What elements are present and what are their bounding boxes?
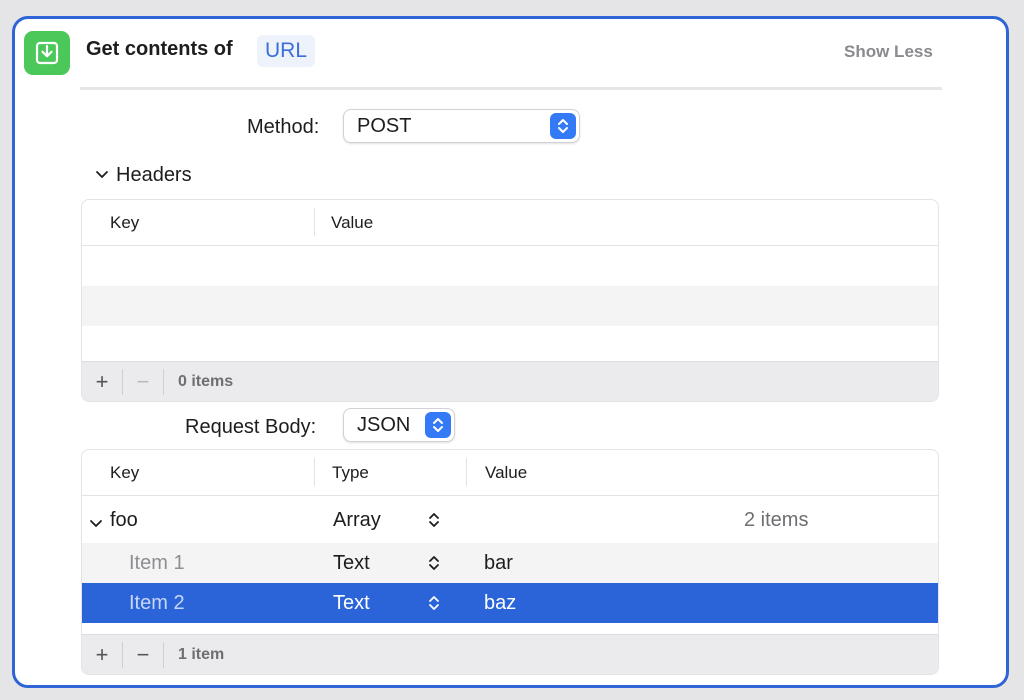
- request-body-label: Request Body:: [185, 416, 317, 438]
- remove-item-button[interactable]: −: [123, 635, 163, 675]
- body-table: Key Type Value foo Array 2 items Item 1 …: [81, 449, 939, 675]
- row-type[interactable]: Text: [333, 592, 370, 615]
- headers-table: Key Value + − 0 items: [81, 199, 939, 402]
- row-key: Item 1: [129, 552, 185, 574]
- body-table-header: Key Type Value: [82, 450, 938, 496]
- column-separator: [466, 458, 467, 486]
- table-row[interactable]: Item 1 Text bar: [82, 543, 938, 583]
- headers-table-header: Key Value: [82, 200, 938, 246]
- column-header-value[interactable]: Value: [485, 463, 527, 483]
- column-header-key[interactable]: Key: [110, 213, 139, 233]
- headers-disclosure[interactable]: Headers: [94, 164, 192, 187]
- row-value[interactable]: bar: [484, 552, 513, 575]
- empty-row: [82, 246, 938, 286]
- show-less-button[interactable]: Show Less: [844, 42, 933, 62]
- download-icon: [24, 31, 70, 75]
- table-row-selected[interactable]: Item 2 Text baz: [82, 583, 938, 623]
- method-value: POST: [357, 115, 412, 137]
- column-header-value[interactable]: Value: [331, 213, 373, 233]
- add-header-button[interactable]: +: [82, 362, 122, 402]
- body-item-count: 1 item: [178, 645, 225, 663]
- chevron-down-icon: [94, 164, 110, 187]
- remove-header-button[interactable]: −: [123, 362, 163, 402]
- method-popup[interactable]: POST: [343, 109, 580, 143]
- row-value: 2 items: [744, 509, 809, 531]
- row-type[interactable]: Text: [333, 552, 370, 575]
- header-divider: [80, 87, 942, 90]
- up-down-chevron-icon[interactable]: [428, 594, 440, 618]
- row-key: Item 2: [129, 592, 185, 614]
- up-down-chevron-icon[interactable]: [428, 554, 440, 578]
- column-separator: [314, 458, 315, 486]
- chevron-down-icon[interactable]: [88, 513, 104, 536]
- headers-table-footer: + − 0 items: [82, 361, 938, 401]
- add-item-button[interactable]: +: [82, 635, 122, 675]
- request-body-value: JSON: [357, 414, 411, 436]
- body-table-footer: + − 1 item: [82, 634, 938, 674]
- method-label: Method:: [247, 116, 320, 138]
- url-variable-token[interactable]: URL: [257, 35, 316, 67]
- empty-row: [82, 286, 938, 326]
- column-header-key[interactable]: Key: [110, 463, 139, 483]
- up-down-chevron-icon: [425, 412, 451, 438]
- up-down-chevron-icon: [550, 113, 576, 139]
- action-title: Get contents of: [86, 38, 233, 60]
- request-body-popup[interactable]: JSON: [343, 408, 455, 442]
- headers-item-count: 0 items: [178, 372, 234, 390]
- headers-label: Headers: [116, 164, 192, 186]
- row-type[interactable]: Array: [333, 509, 381, 532]
- row-key[interactable]: foo: [110, 509, 138, 532]
- up-down-chevron-icon[interactable]: [428, 511, 440, 535]
- table-row[interactable]: foo Array 2 items: [82, 496, 938, 543]
- column-header-type[interactable]: Type: [332, 463, 369, 483]
- row-value[interactable]: baz: [484, 592, 516, 615]
- column-separator: [314, 208, 315, 236]
